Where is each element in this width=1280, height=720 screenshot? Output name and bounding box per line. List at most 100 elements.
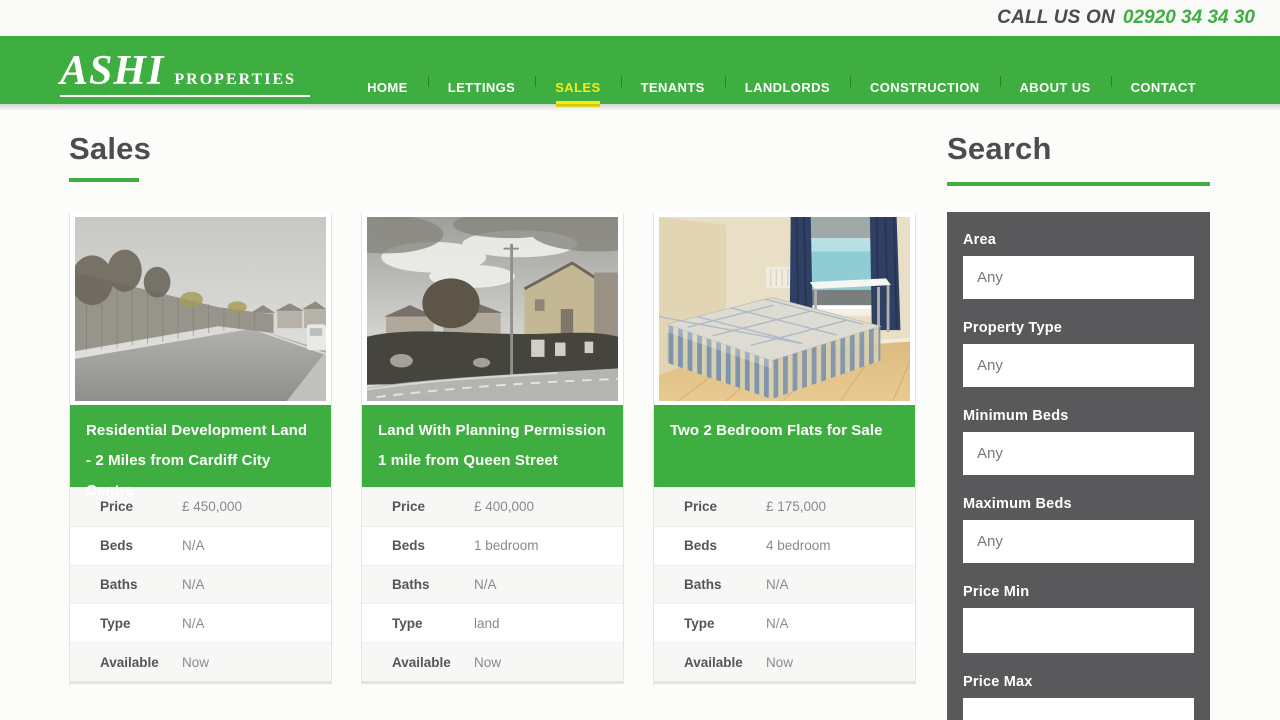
- topbar: CALL US ON 02920 34 34 30: [0, 0, 1280, 36]
- detail-value: 1 bedroom: [474, 538, 539, 553]
- main-nav: HOME LETTINGS SALES TENANTS LANDLORDS CONSTRU…: [347, 36, 1216, 104]
- nav-item-label: TENANTS: [641, 80, 705, 95]
- nav-item-sales[interactable]: SALES: [535, 36, 620, 104]
- search-field-area: Area Any: [963, 232, 1194, 299]
- search-field-minimum-beds: Minimum Beds Any: [963, 408, 1194, 475]
- phone-number: 02920 34 34 30: [1123, 7, 1255, 29]
- main-content: Sales: [0, 104, 1280, 720]
- detail-value: £ 450,000: [182, 499, 242, 514]
- property-details: Price £ 450,000 Beds N/A Baths N/A Type …: [70, 487, 331, 681]
- detail-label: Baths: [684, 577, 766, 592]
- property-card: Two 2 Bedroom Flats for Sale Price £ 175…: [653, 213, 916, 682]
- detail-label: Available: [684, 655, 766, 670]
- detail-label: Type: [684, 616, 766, 631]
- nav-item-about-us[interactable]: ABOUT US: [1000, 36, 1111, 104]
- detail-label: Baths: [100, 577, 182, 592]
- nav-item-label: LANDLORDS: [745, 80, 830, 95]
- page-title-underline: [69, 178, 139, 182]
- site-logo[interactable]: ASHI PROPERTIES: [60, 43, 310, 97]
- property-title[interactable]: Two 2 Bedroom Flats for Sale: [654, 405, 915, 487]
- field-label: Area: [963, 232, 1194, 248]
- property-details: Price £ 400,000 Beds 1 bedroom Baths N/A…: [362, 487, 623, 681]
- bedroom-photo: [659, 217, 910, 401]
- detail-row: Type N/A: [654, 603, 915, 642]
- detail-row: Type N/A: [70, 603, 331, 642]
- nav-item-construction[interactable]: CONSTRUCTION: [850, 36, 1000, 104]
- field-label: Minimum Beds: [963, 408, 1194, 424]
- field-label: Property Type: [963, 320, 1194, 336]
- nav-item-tenants[interactable]: TENANTS: [621, 36, 725, 104]
- logo-suffix: PROPERTIES: [174, 71, 296, 89]
- street-fence-photo: [75, 217, 326, 401]
- search-title-underline: [947, 182, 1210, 186]
- detail-value: N/A: [182, 538, 205, 553]
- select-minimum-beds[interactable]: Any: [963, 432, 1194, 475]
- property-photo[interactable]: [362, 213, 623, 405]
- detail-row: Beds 1 bedroom: [362, 526, 623, 565]
- detail-row: Baths N/A: [654, 565, 915, 604]
- detail-row: Available Now: [362, 642, 623, 681]
- detail-value: Now: [474, 655, 501, 670]
- listings-column: Sales: [69, 132, 916, 720]
- search-field-price-min: Price Min: [963, 584, 1194, 653]
- detail-row: Price £ 175,000: [654, 487, 915, 526]
- detail-row: Baths N/A: [70, 565, 331, 604]
- search-title: Search: [947, 132, 1210, 166]
- detail-row: Available Now: [654, 642, 915, 681]
- detail-label: Available: [100, 655, 182, 670]
- corner-plot-photo: [367, 217, 618, 401]
- detail-row: Available Now: [70, 642, 331, 681]
- select-area[interactable]: Any: [963, 256, 1194, 299]
- search-form: Area Any Property Type Any Minimum Beds …: [963, 232, 1194, 720]
- detail-value: N/A: [766, 577, 789, 592]
- detail-row: Price £ 400,000: [362, 487, 623, 526]
- detail-value: N/A: [766, 616, 789, 631]
- detail-label: Price: [684, 499, 766, 514]
- listings-grid: Residential Development Land - 2 Miles f…: [69, 213, 916, 682]
- detail-label: Baths: [392, 577, 474, 592]
- input-price-max[interactable]: [963, 698, 1194, 720]
- select-maximum-beds[interactable]: Any: [963, 520, 1194, 563]
- detail-label: Beds: [392, 538, 474, 553]
- property-title[interactable]: Residential Development Land - 2 Miles f…: [70, 405, 331, 487]
- detail-value: land: [474, 616, 500, 631]
- nav-item-contact[interactable]: CONTACT: [1111, 36, 1216, 104]
- property-card: Residential Development Land - 2 Miles f…: [69, 213, 332, 682]
- nav-item-lettings[interactable]: LETTINGS: [428, 36, 535, 104]
- detail-label: Type: [392, 616, 474, 631]
- property-title[interactable]: Land With Planning Permission 1 mile fro…: [362, 405, 623, 487]
- detail-row: Beds 4 bedroom: [654, 526, 915, 565]
- site-header: ASHI PROPERTIES HOME LETTINGS SALES TENANTS…: [0, 36, 1280, 104]
- nav-item-home[interactable]: HOME: [347, 36, 428, 104]
- property-details: Price £ 175,000 Beds 4 bedroom Baths N/A…: [654, 487, 915, 681]
- property-photo[interactable]: [654, 213, 915, 405]
- page-title: Sales: [69, 132, 916, 166]
- detail-label: Type: [100, 616, 182, 631]
- detail-value: £ 400,000: [474, 499, 534, 514]
- detail-value: Now: [182, 655, 209, 670]
- nav-item-label: CONTACT: [1131, 80, 1196, 95]
- search-field-maximum-beds: Maximum Beds Any: [963, 496, 1194, 563]
- search-field-property-type: Property Type Any: [963, 320, 1194, 387]
- field-label: Maximum Beds: [963, 496, 1194, 512]
- detail-label: Beds: [684, 538, 766, 553]
- nav-item-label: LETTINGS: [448, 80, 515, 95]
- call-us-label: CALL US ON: [997, 7, 1115, 29]
- search-panel: Area Any Property Type Any Minimum Beds …: [947, 212, 1210, 720]
- select-property-type[interactable]: Any: [963, 344, 1194, 387]
- detail-value: Now: [766, 655, 793, 670]
- detail-value: N/A: [182, 577, 205, 592]
- detail-row: Baths N/A: [362, 565, 623, 604]
- property-photo[interactable]: [70, 213, 331, 405]
- detail-label: Price: [392, 499, 474, 514]
- detail-value: N/A: [182, 616, 205, 631]
- nav-item-label: CONSTRUCTION: [870, 80, 980, 95]
- main-nav-wrap: HOME LETTINGS SALES TENANTS LANDLORDS CONSTRU…: [347, 36, 1216, 104]
- detail-label: Available: [392, 655, 474, 670]
- nav-item-landlords[interactable]: LANDLORDS: [725, 36, 850, 104]
- field-label: Price Min: [963, 584, 1194, 600]
- detail-value: 4 bedroom: [766, 538, 831, 553]
- input-price-min[interactable]: [963, 608, 1194, 653]
- field-label: Price Max: [963, 674, 1194, 690]
- detail-label: Beds: [100, 538, 182, 553]
